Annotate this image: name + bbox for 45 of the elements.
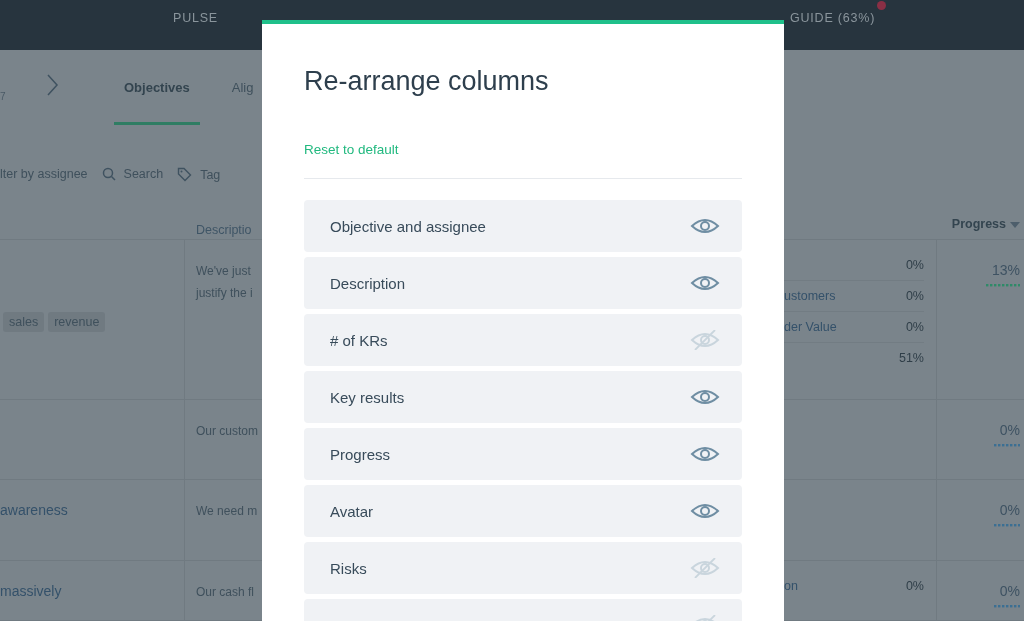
- key-result-value: 0%: [905, 579, 924, 593]
- column-item[interactable]: Risks: [304, 542, 742, 594]
- column-item[interactable]: Key results: [304, 371, 742, 423]
- eye-icon[interactable]: [690, 216, 720, 236]
- column-item[interactable]: Progress: [304, 428, 742, 480]
- tag-icon: [177, 167, 193, 182]
- objective-title[interactable]: awareness: [0, 502, 68, 518]
- key-result-title[interactable]: der Value: [784, 320, 837, 334]
- key-result-value: 0%: [905, 320, 924, 334]
- filter-button[interactable]: Search: [123, 167, 164, 181]
- notification-dot: [877, 1, 886, 10]
- reset-link[interactable]: Reset to default: [304, 142, 399, 157]
- column-item[interactable]: Objective and assignee: [304, 200, 742, 252]
- eye-icon[interactable]: [690, 273, 720, 293]
- progress-percent: 0%: [999, 583, 1020, 599]
- key-result-value: 0%: [905, 258, 924, 272]
- column-header[interactable]: Descriptio: [196, 223, 252, 238]
- column-item[interactable]: Avatar: [304, 485, 742, 537]
- filter-button[interactable]: Tag: [200, 167, 221, 182]
- tab[interactable]: Objectives: [114, 50, 200, 125]
- nav-link[interactable]: GUIDE (63%): [790, 11, 876, 25]
- objective-title[interactable]: massively: [0, 583, 62, 599]
- dialog-title: Re-arrange columns: [304, 66, 550, 97]
- key-result-title[interactable]: on: [784, 579, 798, 593]
- key-result-title[interactable]: ustomers: [784, 289, 836, 303]
- eye-icon[interactable]: [690, 501, 720, 521]
- key-result-value: 0%: [905, 289, 924, 303]
- filter-label[interactable]: lter by assignee: [0, 167, 88, 181]
- column-header[interactable]: Progress: [951, 216, 1006, 231]
- description-text: Our custom: [196, 423, 259, 440]
- column-item[interactable]: Description: [304, 257, 742, 309]
- progress-percent: 0%: [999, 422, 1020, 438]
- chevron-right-icon: [45, 73, 59, 97]
- description-text: We need m: [196, 503, 259, 520]
- eye-icon[interactable]: [690, 444, 720, 464]
- search-icon: [101, 167, 116, 181]
- sort-caret-icon: [1010, 221, 1020, 228]
- description-text: Our cash fl: [196, 584, 256, 601]
- column-item[interactable]: # of KRs: [304, 314, 742, 366]
- progress-percent: 0%: [999, 502, 1020, 518]
- eye-icon[interactable]: [690, 387, 720, 407]
- tab[interactable]: Alig: [221, 50, 254, 125]
- progress-percent: 13%: [991, 262, 1020, 278]
- key-result-value: 51%: [898, 351, 924, 365]
- nav-link[interactable]: PULSE: [173, 11, 218, 25]
